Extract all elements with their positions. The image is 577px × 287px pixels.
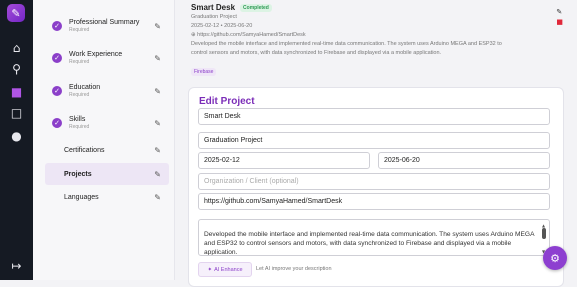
edit-project-card: Edit Project Smart Desk Graduation Proje…	[188, 87, 564, 287]
ai-enhance-button[interactable]: ✦ AI Enhance	[198, 262, 252, 277]
section-label: Work Experience	[69, 51, 123, 58]
settings-fab-gear-icon[interactable]: ⚙	[543, 246, 567, 270]
pencil-icon[interactable]: ✎	[154, 22, 161, 31]
start-date-input[interactable]: 2025-02-12	[198, 152, 370, 169]
organization-input[interactable]: Organization / Client (optional)	[198, 173, 550, 190]
sparkle-icon: ✦	[207, 266, 213, 273]
check-icon: ✓	[52, 86, 62, 96]
message-icon[interactable]: □	[9, 105, 24, 120]
section-education[interactable]: ✓ Education Required ✎	[45, 80, 169, 102]
section-professional-summary[interactable]: ✓ Professional Summary Required ✎	[45, 15, 169, 37]
pencil-icon[interactable]: ✎	[154, 119, 161, 128]
status-badge: Completed	[240, 3, 272, 12]
section-projects[interactable]: Projects ✎	[45, 163, 169, 185]
section-certifications[interactable]: Certifications ✎	[45, 139, 169, 161]
scroll-thumb[interactable]	[542, 228, 546, 239]
section-required: Required	[69, 92, 90, 98]
section-label: Languages	[64, 193, 99, 201]
project-type-input[interactable]: Graduation Project	[198, 132, 550, 149]
end-date-input[interactable]: 2025-06-20	[378, 152, 550, 169]
section-required: Required	[69, 27, 90, 33]
section-required: Required	[69, 59, 90, 65]
project-description-line: Developed the mobile interface and imple…	[191, 41, 502, 47]
edit-pencil-icon[interactable]: ✎	[556, 8, 563, 16]
section-label: Education	[69, 84, 101, 91]
main-content: Smart Desk Completed Graduation Project …	[175, 0, 577, 287]
pencil-icon[interactable]: ✎	[154, 170, 161, 179]
tech-tag: Firebase	[191, 68, 217, 76]
section-required: Required	[69, 124, 90, 130]
document-icon[interactable]: ■	[9, 84, 24, 99]
project-link[interactable]: ⊕ https://github.com/SamyaHamed/SmartDes…	[191, 32, 306, 38]
description-text: Developed the mobile interface and imple…	[204, 231, 535, 256]
pencil-icon[interactable]: ✎	[154, 87, 161, 96]
check-icon: ✓	[52, 21, 62, 31]
delete-trash-icon[interactable]: ■	[556, 18, 563, 26]
project-description-line: control sensors and motors, with data sy…	[191, 50, 442, 56]
check-icon: ✓	[52, 118, 62, 128]
search-icon[interactable]: ⚲	[9, 61, 24, 76]
logout-icon[interactable]: ↦	[9, 258, 24, 273]
edit-project-heading: Edit Project	[199, 96, 255, 107]
section-label: Professional Summary	[69, 19, 140, 26]
description-textarea[interactable]: Developed the mobile interface and imple…	[198, 219, 550, 256]
pencil-icon[interactable]: ✎	[154, 193, 161, 202]
section-label: Projects	[64, 170, 92, 178]
home-icon[interactable]: ⌂	[9, 40, 24, 55]
project-name: Smart Desk	[191, 3, 236, 12]
project-summary-title: Smart Desk Completed	[191, 3, 272, 12]
section-label: Certifications	[64, 146, 105, 154]
project-url-input[interactable]: https://github.com/SamyaHamed/SmartDesk	[198, 193, 550, 210]
section-skills[interactable]: ✓ Skills Required ✎	[45, 112, 169, 134]
ai-hint-text: Let AI improve your description	[256, 266, 332, 272]
pencil-icon[interactable]: ✎	[154, 54, 161, 63]
project-actions: ✎ ■	[556, 8, 563, 26]
app-logo-icon[interactable]: ✎	[7, 4, 25, 22]
check-icon: ✓	[52, 53, 62, 63]
project-name-input[interactable]: Smart Desk	[198, 108, 550, 125]
user-icon[interactable]: ●	[9, 128, 24, 143]
pencil-icon[interactable]: ✎	[154, 146, 161, 155]
resume-sections-sidebar: ✓ Professional Summary Required ✎ ✓ Work …	[33, 0, 175, 280]
app-rail: ✎ ⌂ ⚲ ■ □ ● ↦	[0, 0, 33, 280]
project-type: Graduation Project	[191, 14, 237, 20]
project-dates: 2025-02-12 • 2025-06-20	[191, 23, 253, 29]
ai-enhance-label: AI Enhance	[214, 266, 243, 273]
section-languages[interactable]: Languages ✎	[45, 186, 169, 208]
section-label: Skills	[69, 116, 86, 123]
section-work-experience[interactable]: ✓ Work Experience Required ✎	[45, 47, 169, 69]
